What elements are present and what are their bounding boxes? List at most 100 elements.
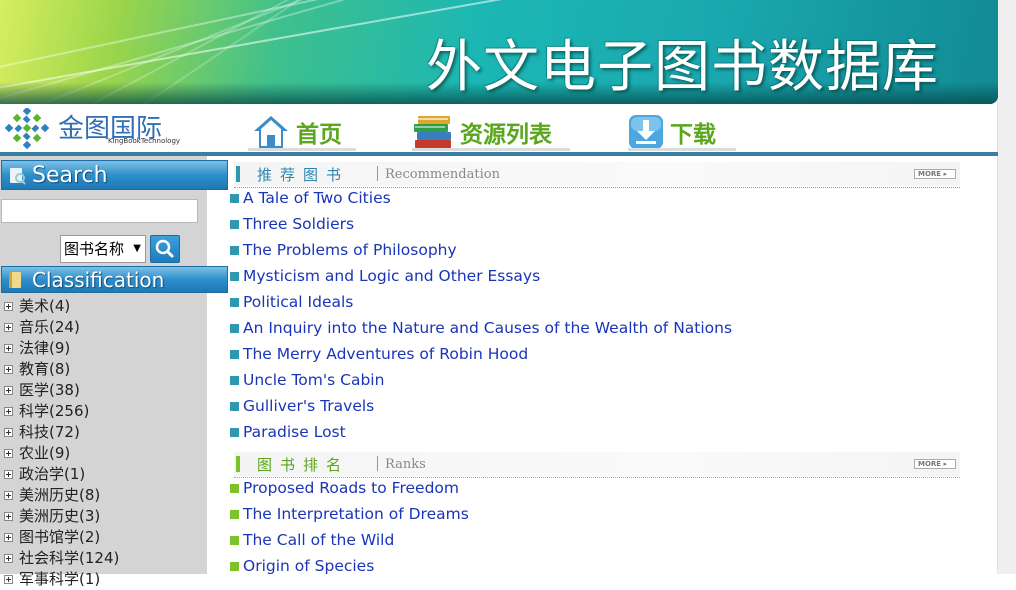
ranks-header: 图书排名 Ranks MORE ▸ xyxy=(234,452,960,476)
book-list-item: A Tale of Two Cities xyxy=(230,185,732,211)
book-title-link[interactable]: The Call of the Wild xyxy=(243,531,394,549)
book-list-item: Proposed Roads to Freedom xyxy=(230,475,469,501)
search-input[interactable] xyxy=(1,199,198,223)
classification-item[interactable]: 农业(9) xyxy=(4,443,119,464)
classification-item-label: 美术(4) xyxy=(19,297,71,315)
book-list-item: Political Ideals xyxy=(230,289,732,315)
classification-item-label: 科技(72) xyxy=(19,423,80,441)
book-title-link[interactable]: Political Ideals xyxy=(243,293,353,311)
book-title-link[interactable]: An Inquiry into the Nature and Causes of… xyxy=(243,319,732,337)
nav-home[interactable]: 首页 xyxy=(252,112,342,152)
expand-plus-icon[interactable] xyxy=(4,302,13,311)
book-list-item: The Interpretation of Dreams xyxy=(230,501,469,527)
expand-plus-icon[interactable] xyxy=(4,344,13,353)
book-list-item: Mysticism and Logic and Other Essays xyxy=(230,263,732,289)
download-icon xyxy=(629,115,663,149)
nav-resource-list-label: 资源列表 xyxy=(460,122,552,148)
ranks-separator xyxy=(377,456,378,471)
bullet-icon xyxy=(230,220,239,229)
classification-item[interactable]: 教育(8) xyxy=(4,359,119,380)
expand-plus-icon[interactable] xyxy=(4,512,13,521)
expand-plus-icon[interactable] xyxy=(4,470,13,479)
classification-item[interactable]: 法律(9) xyxy=(4,338,119,359)
expand-plus-icon[interactable] xyxy=(4,533,13,542)
classification-item[interactable]: 科学(256) xyxy=(4,401,119,422)
classification-item-label: 音乐(24) xyxy=(19,318,80,336)
logo-mark-icon xyxy=(4,108,50,150)
classification-item[interactable]: 美洲历史(3) xyxy=(4,506,119,527)
expand-plus-icon[interactable] xyxy=(4,554,13,563)
search-icon xyxy=(155,239,174,258)
nav-download[interactable]: 下载 xyxy=(628,112,716,152)
expand-plus-icon[interactable] xyxy=(4,407,13,416)
classification-item[interactable]: 美术(4) xyxy=(4,296,119,317)
classification-item[interactable]: 社会科学(124) xyxy=(4,548,119,569)
book-title-link[interactable]: Uncle Tom's Cabin xyxy=(243,371,384,389)
nav-resource-underline xyxy=(412,148,570,151)
classification-item[interactable]: 军事科学(1) xyxy=(4,569,119,590)
classification-item-label: 政治学(1) xyxy=(19,465,86,483)
book-title-link[interactable]: Three Soldiers xyxy=(243,215,354,233)
nav-home-label: 首页 xyxy=(296,122,342,148)
page-scrollbar[interactable] xyxy=(997,0,1016,574)
expand-plus-icon[interactable] xyxy=(4,449,13,458)
classification-title: Classification xyxy=(32,268,165,292)
classification-item-label: 图书馆学(2) xyxy=(19,528,101,546)
search-panel-header: Search xyxy=(1,160,228,190)
bullet-icon xyxy=(230,350,239,359)
book-title-link[interactable]: A Tale of Two Cities xyxy=(243,189,391,207)
book-title-link[interactable]: The Interpretation of Dreams xyxy=(243,505,469,523)
book-title-link[interactable]: Origin of Species xyxy=(243,557,374,575)
search-field-select[interactable]: 图书名称 ▼ xyxy=(60,235,146,263)
classification-item[interactable]: 科技(72) xyxy=(4,422,119,443)
expand-plus-icon[interactable] xyxy=(4,491,13,500)
classification-item-label: 医学(38) xyxy=(19,381,80,399)
home-icon xyxy=(254,116,288,148)
bullet-icon xyxy=(230,536,239,545)
bullet-icon xyxy=(230,324,239,333)
expand-plus-icon[interactable] xyxy=(4,323,13,332)
book-list-item: Uncle Tom's Cabin xyxy=(230,367,732,393)
expand-plus-icon[interactable] xyxy=(4,386,13,395)
search-title: Search xyxy=(32,163,108,188)
expand-plus-icon[interactable] xyxy=(4,365,13,374)
book-list-item: The Problems of Philosophy xyxy=(230,237,732,263)
book-title-link[interactable]: The Problems of Philosophy xyxy=(243,241,457,259)
recommendation-more-button[interactable]: MORE ▸ xyxy=(914,169,956,179)
site-logo[interactable]: 金图国际 KingBookTechnology xyxy=(4,108,204,150)
nav-resource-list[interactable]: 资源列表 xyxy=(412,112,552,152)
chevron-down-icon: ▼ xyxy=(133,243,141,254)
expand-plus-icon[interactable] xyxy=(4,428,13,437)
search-button[interactable] xyxy=(150,235,180,263)
classification-item-label: 教育(8) xyxy=(19,360,71,378)
classification-item[interactable]: 医学(38) xyxy=(4,380,119,401)
book-title-link[interactable]: Mysticism and Logic and Other Essays xyxy=(243,267,540,285)
nav-home-underline xyxy=(248,148,356,151)
bullet-icon xyxy=(230,562,239,571)
classification-item-label: 美洲历史(8) xyxy=(19,486,101,504)
book-title-link[interactable]: The Merry Adventures of Robin Hood xyxy=(243,345,528,363)
search-field-select-value: 图书名称 xyxy=(64,240,125,258)
ranks-list: Proposed Roads to Freedom The Interpretat… xyxy=(230,475,469,579)
ranks-bar xyxy=(236,456,240,472)
recommendation-header: 推荐图书 Recommendation MORE ▸ xyxy=(234,162,960,186)
classification-item[interactable]: 音乐(24) xyxy=(4,317,119,338)
nav-download-underline xyxy=(628,148,736,151)
classification-list: 美术(4) 音乐(24) 法律(9) 教育(8) 医学(38) 科学(256) 科技(72)… xyxy=(4,296,119,590)
expand-plus-icon[interactable] xyxy=(4,575,13,584)
book-list-item: Three Soldiers xyxy=(230,211,732,237)
book-title-link[interactable]: Paradise Lost xyxy=(243,423,346,441)
book-list-item: The Merry Adventures of Robin Hood xyxy=(230,341,732,367)
book-list-item: The Call of the Wild xyxy=(230,527,469,553)
ranks-title-cn: 图书排名 xyxy=(257,456,350,474)
classification-item[interactable]: 美洲历史(8) xyxy=(4,485,119,506)
book-icon xyxy=(9,272,21,288)
classification-item[interactable]: 政治学(1) xyxy=(4,464,119,485)
ranks-more-button[interactable]: MORE ▸ xyxy=(914,459,956,469)
book-title-link[interactable]: Proposed Roads to Freedom xyxy=(243,479,459,497)
classification-item[interactable]: 图书馆学(2) xyxy=(4,527,119,548)
bullet-icon xyxy=(230,376,239,385)
bullet-icon xyxy=(230,298,239,307)
book-list-item: An Inquiry into the Nature and Causes of… xyxy=(230,315,732,341)
book-title-link[interactable]: Gulliver's Travels xyxy=(243,397,374,415)
